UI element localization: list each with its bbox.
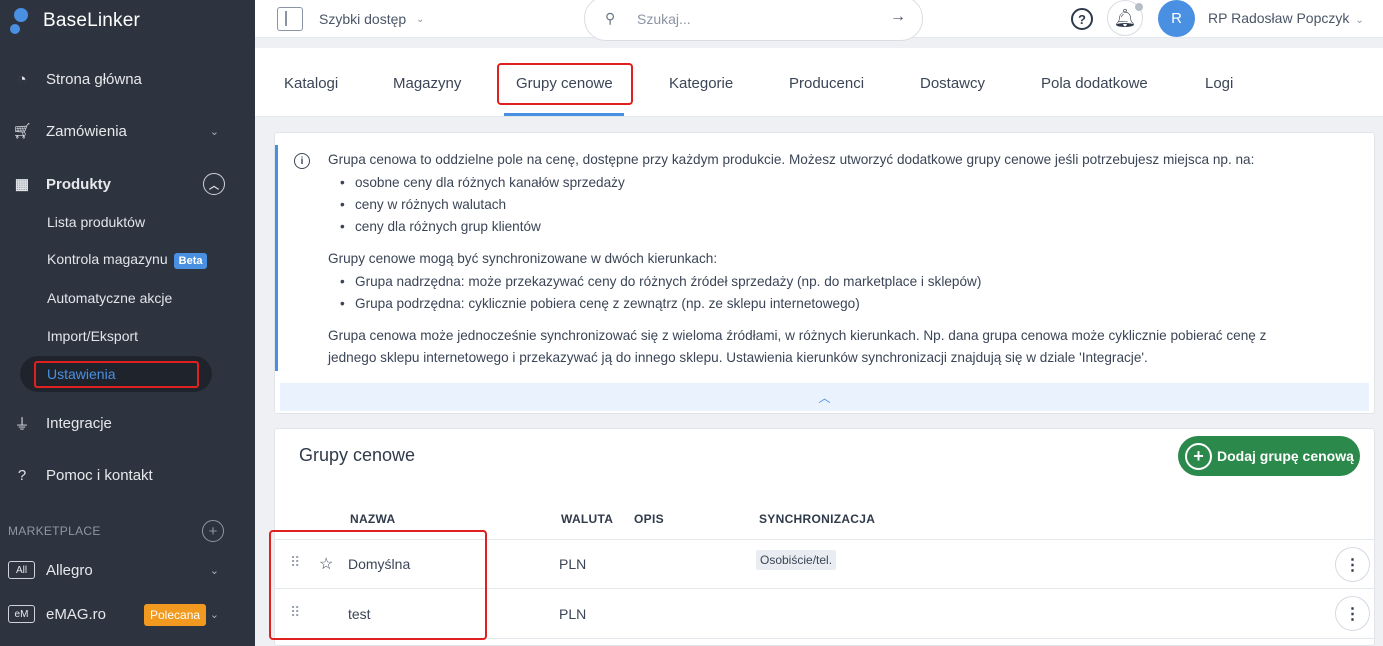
beta-badge: Beta (173, 253, 208, 269)
sidebar-item-label: Zamówienia (46, 122, 127, 140)
sidebar-toggle-icon (277, 7, 303, 31)
sidebar: BaseLinker ◔ Strona główna 🛒︎ Zamówienia… (0, 0, 255, 646)
add-marketplace-icon[interactable]: + (202, 520, 224, 542)
plus-icon: + (1185, 442, 1212, 470)
emag-badge: eM (8, 605, 35, 623)
sidebar-item-label: Allegro (46, 561, 93, 579)
sidebar-subitem-stock-control[interactable]: Kontrola magazynu Beta (47, 251, 208, 269)
sidebar-item-integrations[interactable]: ⏚ Integracje (0, 405, 255, 441)
notification-dot (1135, 3, 1143, 11)
column-header-name[interactable]: NAZWA (350, 512, 396, 526)
sidebar-subitem-product-list[interactable]: Lista produktów (47, 214, 145, 230)
arrow-right-icon[interactable]: → (890, 8, 906, 26)
chevron-down-icon: ⌄ (209, 608, 219, 621)
info-list-item: ceny w różnych walutach (340, 197, 506, 212)
info-sync-intro: Grupy cenowe mogą być synchronizowane w … (328, 251, 718, 266)
active-tab-indicator (504, 113, 624, 116)
logo-text: BaseLinker (43, 10, 141, 31)
group-currency: PLN (559, 556, 587, 572)
sidebar-item-emag[interactable]: eM eMAG.ro ⌄ (0, 596, 255, 632)
quick-access-button[interactable]: Szybki dostęp ⌄ (277, 7, 425, 31)
info-icon: i (294, 153, 310, 169)
quick-access-label: Szybki dostęp (319, 11, 407, 27)
search-input[interactable] (637, 7, 877, 31)
info-intro: Grupa cenowa to oddzielne pole na cenę, … (328, 152, 1255, 167)
help-circle-icon: ? (17, 466, 27, 484)
sidebar-item-allegro[interactable]: All Allegro ⌄ (0, 552, 255, 588)
sidebar-subitem-import-export[interactable]: Import/Eksport (47, 328, 138, 344)
info-accent-bar (275, 145, 278, 371)
column-header-currency[interactable]: WALUTA (561, 512, 613, 526)
info-list-item: Grupa podrzędna: cyklicznie pobiera cenę… (340, 296, 860, 311)
help-icon[interactable]: ? (1071, 8, 1093, 30)
search-icon: ⚲ (605, 10, 616, 26)
sidebar-item-label: Pomoc i kontakt (46, 466, 153, 484)
tab-categories[interactable]: Kategorie (669, 75, 733, 92)
sidebar-item-label: eMAG.ro (46, 605, 107, 623)
sidebar-item-label: Produkty (46, 175, 112, 193)
sidebar-item-label: Strona główna (46, 70, 142, 88)
tab-warehouses[interactable]: Magazyny (393, 75, 461, 92)
highlight-box (269, 530, 487, 640)
search-box: ⚲ → (584, 0, 923, 41)
allegro-badge: All (8, 561, 35, 579)
recommended-badge: Polecana (144, 604, 207, 626)
group-currency: PLN (559, 606, 587, 622)
sidebar-item-orders[interactable]: 🛒︎ Zamówienia ⌄ (0, 113, 255, 149)
info-list-item: osobne ceny dla różnych kanałów sprzedaż… (340, 175, 625, 190)
sidebar-subitem-automatic-actions[interactable]: Automatyczne akcje (47, 290, 172, 306)
sidebar-item-products[interactable]: ▦ Produkty ︿ (0, 166, 255, 202)
top-bar: Szybki dostęp ⌄ ⚲ → ? 🔔︎ R RP Radosław P… (255, 0, 1383, 41)
sidebar-item-help[interactable]: ? Pomoc i kontakt (0, 457, 255, 493)
products-icon: ▦ (14, 176, 30, 193)
logo-icon (10, 6, 40, 36)
sidebar-item-label: Integracje (46, 414, 112, 432)
chevron-down-icon: ⌄ (209, 564, 219, 577)
chevron-up-icon[interactable]: ︿ (203, 173, 225, 195)
chevron-down-icon: ⌄ (209, 125, 219, 138)
avatar[interactable]: R (1158, 0, 1195, 37)
highlight-box (34, 361, 199, 388)
price-groups-card: Grupy cenowe + Dodaj grupę cenową NAZWA … (269, 428, 1375, 646)
info-outro: Grupa cenowa może jednocześnie synchroni… (328, 328, 1267, 343)
chevron-up-icon: ︿ (818, 390, 831, 405)
tab-manufacturers[interactable]: Producenci (789, 75, 864, 92)
add-price-group-button[interactable]: + Dodaj grupę cenową (1178, 436, 1360, 476)
add-button-label: Dodaj grupę cenową (1217, 448, 1354, 464)
more-options-icon[interactable]: ⋮ (1335, 547, 1370, 582)
info-list-item: Grupa nadrzędna: może przekazywać ceny d… (340, 274, 981, 289)
sync-badge: Osobiście/tel. (756, 550, 837, 570)
card-title: Grupy cenowe (299, 445, 416, 465)
tab-suppliers[interactable]: Dostawcy (920, 75, 985, 92)
marketplace-section-label: MARKETPLACE (8, 524, 101, 538)
tab-logs[interactable]: Logi (1205, 75, 1233, 92)
column-header-description[interactable]: OPIS (634, 512, 664, 526)
sidebar-subitem-label: Kontrola magazynu (47, 251, 168, 267)
more-options-icon[interactable]: ⋮ (1335, 596, 1370, 631)
logo[interactable]: BaseLinker (10, 6, 140, 36)
user-name: RP Radosław Popczyk (1208, 10, 1350, 26)
tab-extra-fields[interactable]: Pola dodatkowe (1041, 75, 1148, 92)
speedometer-icon: ◔ (17, 70, 27, 88)
user-menu[interactable]: RP Radosław Popczyk ⌄ (1208, 10, 1364, 26)
chevron-down-icon: ⌄ (416, 13, 425, 25)
info-outro: jednego sklepu internetowego i przekazyw… (328, 350, 1148, 365)
highlight-box (497, 63, 633, 105)
collapse-info-button[interactable]: ︿ (280, 383, 1369, 411)
sidebar-item-home[interactable]: ◔ Strona główna (0, 61, 255, 97)
tab-bar: Katalogi Magazyny Grupy cenowe Kategorie… (255, 48, 1383, 117)
info-panel: i Grupa cenowa to oddzielne pole na cenę… (274, 132, 1375, 414)
plug-icon: ⏚ (14, 415, 30, 433)
tab-catalogs[interactable]: Katalogi (284, 75, 338, 92)
column-header-sync[interactable]: SYNCHRONIZACJA (759, 512, 875, 526)
info-list-item: ceny dla różnych grup klientów (340, 219, 541, 234)
chevron-down-icon: ⌄ (1355, 15, 1364, 26)
cart-icon: 🛒︎ (12, 123, 32, 140)
